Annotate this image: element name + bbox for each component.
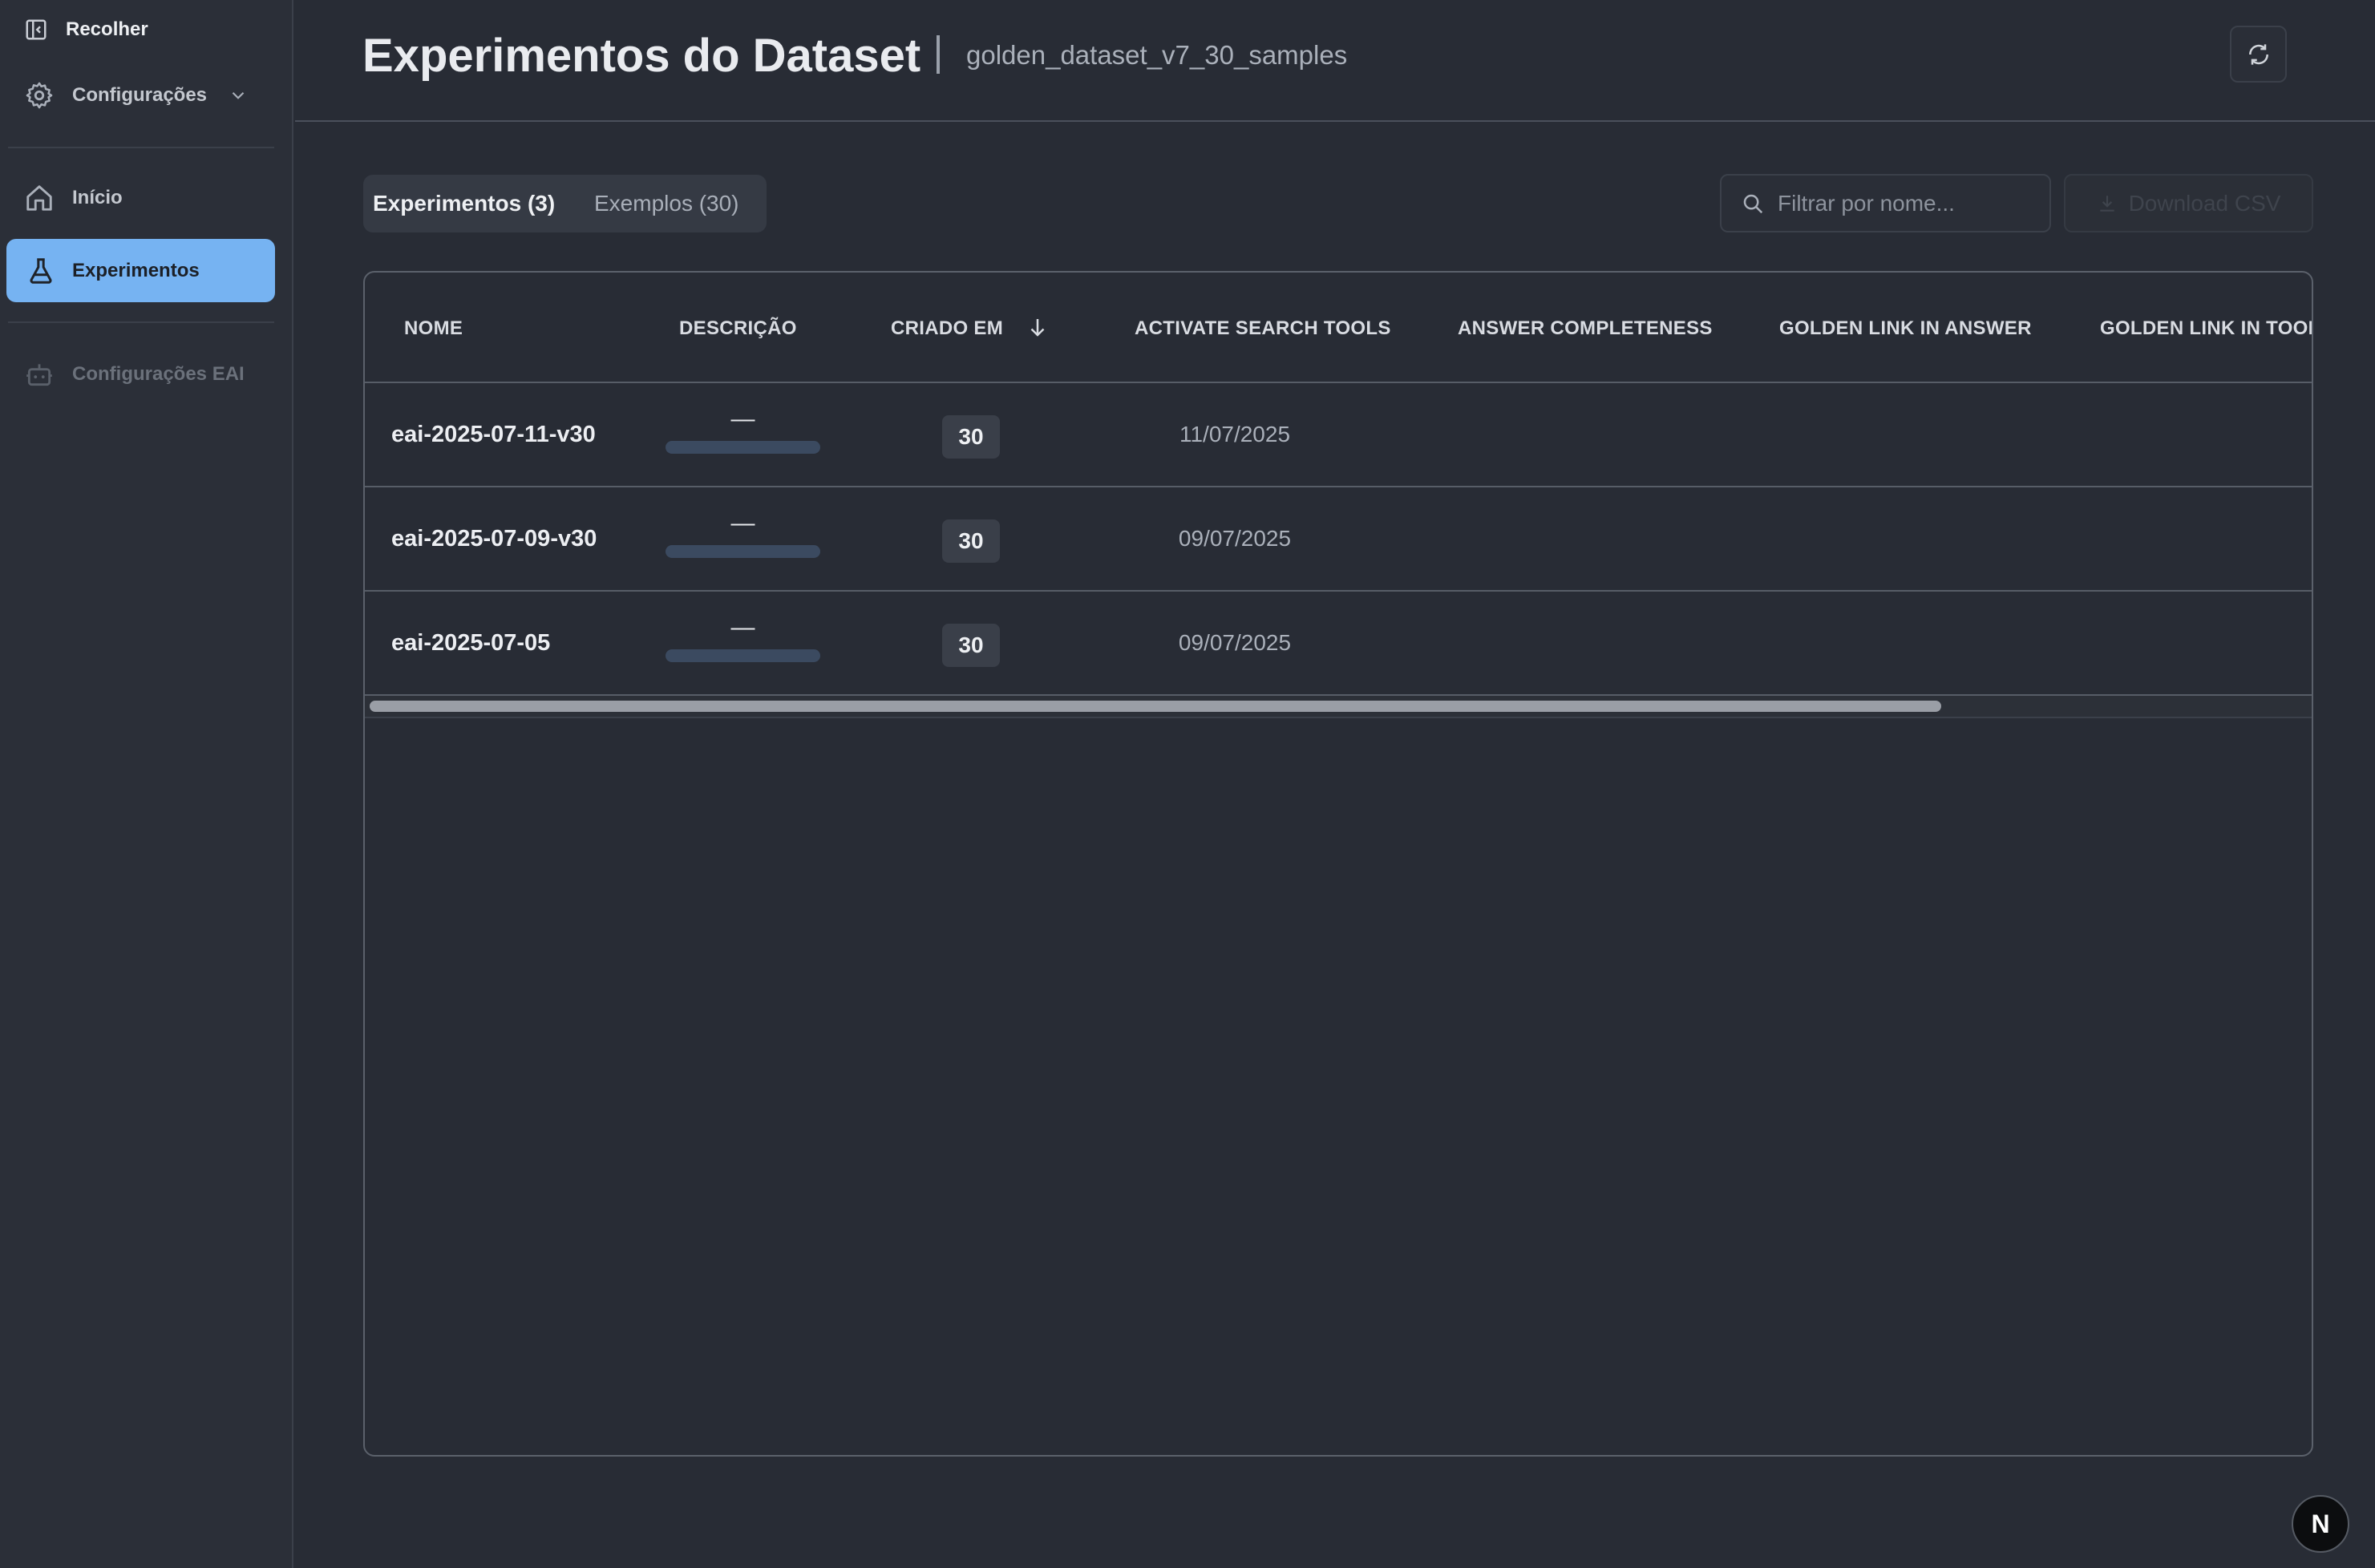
page-title: Experimentos do Dataset (362, 30, 921, 82)
created-date: 11/07/2025 (1179, 422, 1291, 447)
experiment-name[interactable]: eai-2025-07-05 (391, 630, 550, 657)
column-header-golden-link-tool[interactable]: GOLDEN LINK IN TOOL (2100, 317, 2312, 340)
created-date: 09/07/2025 (1178, 526, 1292, 551)
description-text: — (730, 510, 755, 536)
sidebar-divider (8, 147, 274, 148)
sidebar-item-configuracoes-eai[interactable]: Configurações EAI (24, 359, 245, 390)
description-cell: — (666, 510, 820, 558)
sidebar-item-experimentos[interactable]: Experimentos (6, 239, 275, 302)
download-csv-label: Download CSV (2128, 190, 2281, 216)
refresh-button[interactable] (2230, 26, 2287, 83)
column-header-created[interactable]: CRIADO EM (891, 317, 1003, 340)
description-cell: — (666, 614, 820, 662)
description-cell: — (666, 406, 820, 454)
download-icon (2099, 195, 2114, 212)
robot-icon (26, 364, 52, 386)
home-icon (26, 185, 52, 211)
description-bar (666, 545, 820, 558)
search-input[interactable] (1776, 189, 2036, 217)
sidebar: Recolher Configurações Início Experiment… (0, 0, 293, 1568)
sidebar-item-inicio[interactable]: Início (24, 183, 123, 213)
sort-descending-icon[interactable] (1026, 315, 1050, 339)
collapse-label: Recolher (66, 18, 148, 40)
created-date: 09/07/2025 (1178, 630, 1292, 655)
experiment-name[interactable]: eai-2025-07-09-v30 (391, 526, 597, 552)
refresh-icon (2248, 43, 2268, 65)
column-header-name[interactable]: NOME (404, 317, 463, 340)
search-icon (1743, 194, 1763, 213)
tab-exemplos[interactable]: Exemplos (30) (594, 175, 739, 232)
sidebar-item-label: Configurações EAI (72, 363, 245, 385)
column-header-golden-link-answer[interactable]: GOLDEN LINK IN ANSWER (1779, 317, 2032, 340)
gear-icon (26, 82, 53, 109)
count-badge: 30 (942, 415, 1000, 459)
sidebar-item-settings[interactable]: Configurações (24, 80, 249, 111)
chevron-down-icon (232, 91, 245, 99)
count-badge: 30 (942, 624, 1000, 667)
column-header-activate-search-tools[interactable]: ACTIVATE SEARCH TOOLS (1135, 317, 1391, 340)
table-row[interactable]: eai-2025-07-09-v30 — 30 09/07/2025 (365, 487, 2312, 592)
download-csv-button[interactable]: Download CSV (2064, 174, 2313, 232)
view-tabs: Experimentos (3) Exemplos (30) (363, 175, 767, 232)
column-header-answer-completeness[interactable]: ANSWER COMPLETENESS (1458, 317, 1713, 340)
dataset-name: golden_dataset_v7_30_samples (966, 40, 1348, 70)
sidebar-divider (8, 321, 274, 323)
column-header-description[interactable]: DESCRIÇÃO (679, 317, 797, 340)
horizontal-scrollbar[interactable] (365, 696, 2312, 718)
settings-label: Configurações (72, 84, 208, 106)
table-row[interactable]: eai-2025-07-11-v30 — 30 11/07/2025 (365, 383, 2312, 487)
flask-icon (30, 257, 52, 284)
table-row[interactable]: eai-2025-07-05 — 30 09/07/2025 (365, 592, 2312, 696)
description-bar (666, 441, 820, 454)
description-bar (666, 649, 820, 662)
search-box (1720, 174, 2051, 232)
scrollbar-thumb[interactable] (370, 701, 1941, 712)
description-text: — (730, 614, 755, 641)
sidebar-item-label: Experimentos (72, 259, 200, 281)
description-text: — (730, 406, 755, 432)
count-badge: 30 (942, 519, 1000, 563)
tab-experimentos[interactable]: Experimentos (3) (373, 175, 555, 232)
nextjs-badge[interactable]: N (2292, 1495, 2349, 1553)
sidebar-item-label: Início (72, 187, 123, 208)
table-header: NOME DESCRIÇÃO CRIADO EM ACTIVATE SEARCH… (365, 273, 2312, 383)
experiments-table: NOME DESCRIÇÃO CRIADO EM ACTIVATE SEARCH… (363, 271, 2313, 1457)
collapse-button[interactable]: Recolher (24, 18, 148, 42)
title-separator (937, 35, 940, 74)
sidebar-collapse-icon (26, 19, 47, 40)
experiment-name[interactable]: eai-2025-07-11-v30 (391, 422, 596, 448)
